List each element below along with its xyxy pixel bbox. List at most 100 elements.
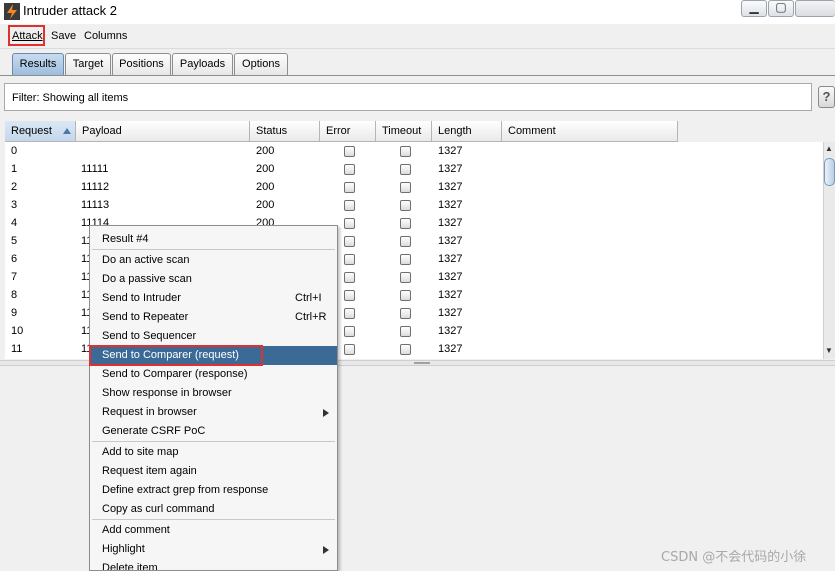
timeout-checkbox[interactable] [400, 164, 411, 175]
menu-item-send-to-sequencer[interactable]: Send to Sequencer [90, 327, 337, 346]
timeout-checkbox[interactable] [400, 254, 411, 265]
menu-item-send-to-comparer-response[interactable]: Send to Comparer (response) [90, 365, 337, 384]
timeout-checkbox[interactable] [400, 290, 411, 301]
maximize-icon: ▢ [775, 0, 787, 14]
tab-positions[interactable]: Positions [112, 53, 171, 75]
menu-save[interactable]: Save [51, 30, 76, 42]
scroll-down-arrow-icon[interactable]: ▼ [823, 344, 835, 358]
menu-separator [92, 249, 335, 250]
cell-payload: 11112 [81, 181, 110, 193]
menu-item-do-a-passive-scan[interactable]: Do a passive scan [90, 270, 337, 289]
tab-target[interactable]: Target [65, 53, 111, 75]
filter-text: Filter: Showing all items [12, 92, 129, 104]
column-header-comment[interactable]: Comment [502, 121, 678, 142]
menu-shortcut: Ctrl+I [295, 292, 322, 304]
cell-status: 200 [256, 163, 275, 175]
menu-item-label: Define extract grep from response [102, 484, 269, 496]
menu-item-label: Highlight [102, 543, 145, 555]
menu-item-label: Add comment [102, 524, 170, 536]
column-header-status[interactable]: Status [250, 121, 320, 142]
cell-request: 6 [11, 253, 18, 265]
error-checkbox[interactable] [344, 254, 355, 265]
menu-item-label: Generate CSRF PoC [102, 425, 206, 437]
menu-item-generate-csrf-poc[interactable]: Generate CSRF PoC [90, 422, 337, 441]
cell-request: 8 [11, 289, 18, 301]
scroll-up-arrow-icon[interactable]: ▲ [823, 142, 835, 156]
timeout-checkbox[interactable] [400, 182, 411, 193]
menu-item-label: Show response in browser [102, 387, 232, 399]
table-header: Request Payload Status Error Timeout Len… [5, 121, 678, 142]
help-button[interactable]: ? [818, 86, 835, 108]
divider-grip-icon[interactable] [414, 362, 430, 364]
error-checkbox[interactable] [344, 236, 355, 247]
error-checkbox[interactable] [344, 290, 355, 301]
minimize-icon: ▁ [749, 0, 759, 14]
filter-bar[interactable]: Filter: Showing all items [4, 83, 812, 111]
menu-item-label: Send to Intruder [102, 292, 181, 304]
timeout-checkbox[interactable] [400, 344, 411, 355]
column-header-length[interactable]: Length [432, 121, 502, 142]
column-header-payload[interactable]: Payload [76, 121, 250, 142]
menu-item-highlight[interactable]: Highlight [90, 540, 337, 559]
scrollbar-thumb[interactable] [824, 158, 835, 186]
error-checkbox[interactable] [344, 200, 355, 211]
error-checkbox[interactable] [344, 218, 355, 229]
menu-item-send-to-intruder[interactable]: Send to Intruder Ctrl+I [90, 289, 337, 308]
error-checkbox[interactable] [344, 344, 355, 355]
menu-bar: Attack Save Columns [0, 24, 835, 49]
cell-length: 1327 [438, 235, 463, 247]
menu-item-copy-as-curl-command[interactable]: Copy as curl command [90, 500, 337, 519]
cell-request: 7 [11, 271, 18, 283]
timeout-checkbox[interactable] [400, 236, 411, 247]
cell-length: 1327 [438, 289, 463, 301]
menu-item-label: Send to Sequencer [102, 330, 197, 342]
error-checkbox[interactable] [344, 272, 355, 283]
error-checkbox[interactable] [344, 308, 355, 319]
menu-item-label: Delete item [102, 562, 158, 571]
menu-item-send-to-repeater[interactable]: Send to Repeater Ctrl+R [90, 308, 337, 327]
menu-columns[interactable]: Columns [84, 30, 127, 42]
menu-item-label: Do a passive scan [102, 273, 192, 285]
submenu-arrow-icon [323, 546, 329, 554]
menu-item-do-an-active-scan[interactable]: Do an active scan [90, 251, 337, 270]
column-header-timeout[interactable]: Timeout [376, 121, 432, 142]
tab-options[interactable]: Options [234, 53, 288, 75]
cell-status: 200 [256, 199, 275, 211]
menu-item-delete-item[interactable]: Delete item [90, 559, 337, 571]
submenu-arrow-icon [323, 409, 329, 417]
cell-payload: 11113 [81, 199, 110, 211]
timeout-checkbox[interactable] [400, 326, 411, 337]
timeout-checkbox[interactable] [400, 200, 411, 211]
menu-item-request-item-again[interactable]: Request item again [90, 462, 337, 481]
menu-item-define-extract-grep-from-response[interactable]: Define extract grep from response [90, 481, 337, 500]
timeout-checkbox[interactable] [400, 272, 411, 283]
timeout-checkbox[interactable] [400, 146, 411, 157]
tab-payloads[interactable]: Payloads [172, 53, 233, 75]
menu-item-add-to-site-map[interactable]: Add to site map [90, 443, 337, 462]
menu-item-label: Copy as curl command [102, 503, 215, 515]
column-header-error[interactable]: Error [320, 121, 376, 142]
error-checkbox[interactable] [344, 164, 355, 175]
timeout-checkbox[interactable] [400, 218, 411, 229]
close-button[interactable] [795, 0, 835, 17]
table-row[interactable]: 1 11111 200 1327 [5, 160, 825, 178]
table-row[interactable]: 2 11112 200 1327 [5, 178, 825, 196]
table-row[interactable]: 3 11113 200 1327 [5, 196, 825, 214]
comparer-annotation-box [89, 345, 263, 366]
menu-item-request-in-browser[interactable]: Request in browser [90, 403, 337, 422]
header-filler [678, 121, 835, 142]
table-row[interactable]: 0 200 1327 [5, 142, 825, 160]
menu-item-show-response-in-browser[interactable]: Show response in browser [90, 384, 337, 403]
maximize-button[interactable]: ▢ [768, 0, 794, 17]
error-checkbox[interactable] [344, 326, 355, 337]
error-checkbox[interactable] [344, 182, 355, 193]
minimize-button[interactable]: ▁ [741, 0, 767, 17]
tab-results[interactable]: Results [12, 53, 64, 75]
timeout-checkbox[interactable] [400, 308, 411, 319]
cell-request: 9 [11, 307, 18, 319]
watermark: CSDN @不会代码的小徐 [661, 550, 807, 565]
menu-item-label: Request in browser [102, 406, 197, 418]
menu-item-add-comment[interactable]: Add comment [90, 521, 337, 540]
error-checkbox[interactable] [344, 146, 355, 157]
menu-item-label: Do an active scan [102, 254, 190, 266]
